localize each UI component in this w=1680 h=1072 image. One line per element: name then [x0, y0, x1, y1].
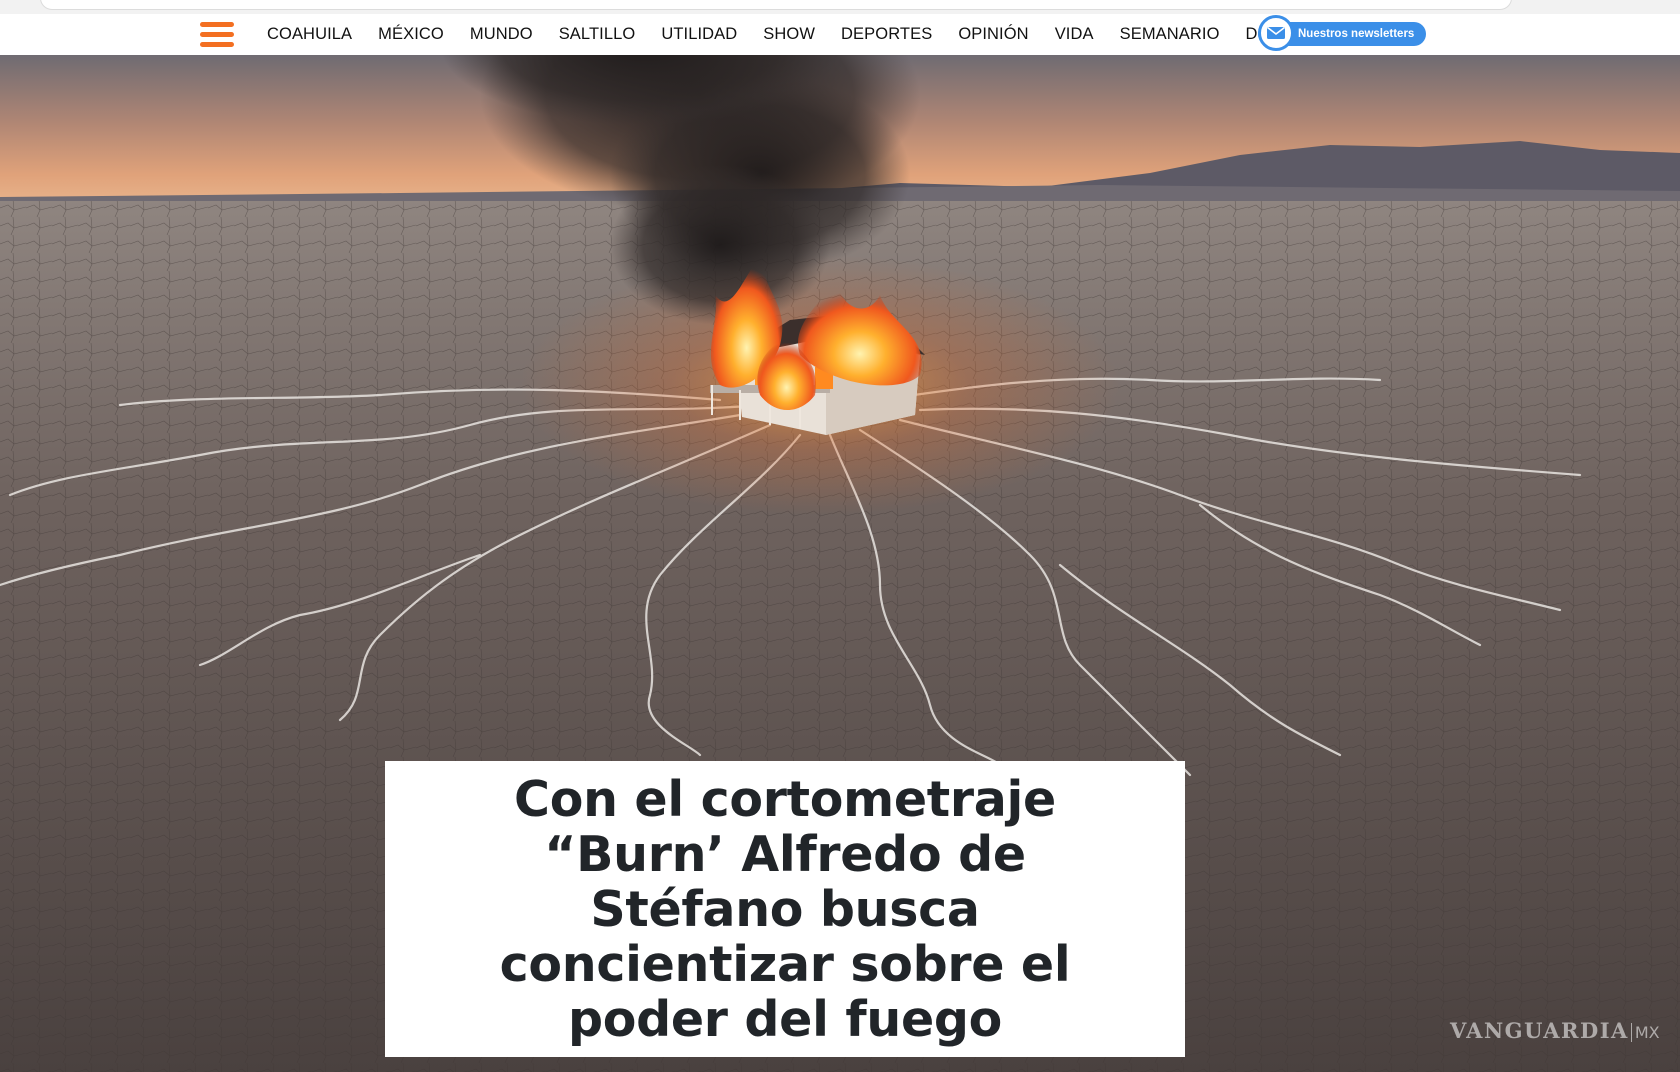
nav-item-mexico[interactable]: MÉXICO: [365, 25, 457, 44]
nav-item-coahuila[interactable]: COAHUILA: [254, 25, 365, 44]
section-nav: COAHUILA MÉXICO MUNDO SALTILLO UTILIDAD …: [254, 14, 1310, 55]
newsletter-label: Nuestros newsletters: [1298, 28, 1415, 40]
hamburger-menu-icon[interactable]: [200, 22, 234, 48]
nav-item-saltillo[interactable]: SALTILLO: [546, 25, 649, 44]
article-headline[interactable]: Con el cortometraje “Burn’ Alfredo de St…: [445, 772, 1125, 1047]
nav-item-semanario[interactable]: SEMANARIO: [1107, 25, 1233, 44]
nav-item-show[interactable]: SHOW: [750, 25, 828, 44]
vanguardia-watermark: VANGUARDIA MX: [1450, 1018, 1660, 1043]
address-bar-edge: [40, 0, 1512, 10]
nav-item-utilidad[interactable]: UTILIDAD: [648, 25, 750, 44]
headline-card: Con el cortometraje “Burn’ Alfredo de St…: [385, 761, 1185, 1057]
nav-item-vida[interactable]: VIDA: [1042, 25, 1107, 44]
envelope-icon: [1258, 15, 1294, 51]
nav-item-mundo[interactable]: MUNDO: [457, 25, 546, 44]
watermark-suffix: MX: [1630, 1023, 1660, 1042]
newsletter-button[interactable]: Nuestros newsletters: [1258, 15, 1427, 51]
nav-item-opinion[interactable]: OPINIÓN: [945, 25, 1041, 44]
nav-item-deportes[interactable]: DEPORTES: [828, 25, 945, 44]
browser-top-strip: [0, 0, 1680, 14]
main-navbar: COAHUILA MÉXICO MUNDO SALTILLO UTILIDAD …: [0, 14, 1680, 56]
watermark-brand: VANGUARDIA: [1450, 1018, 1629, 1043]
